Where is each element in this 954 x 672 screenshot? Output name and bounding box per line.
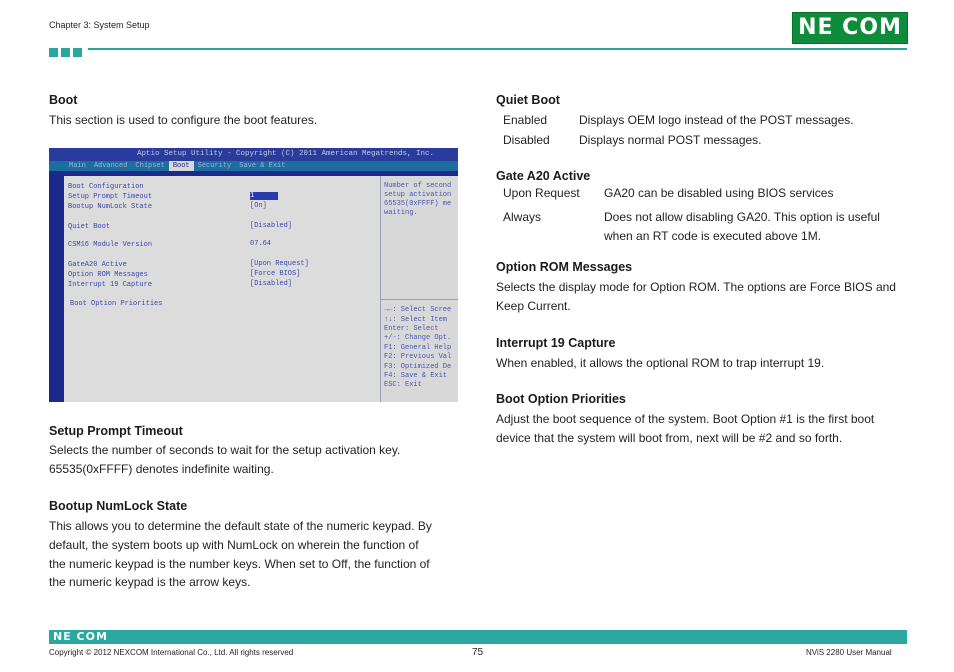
footer-logo: NE COM [53,630,108,643]
bios-key-help: ESC: Exit [384,381,422,389]
gate-term-always: Always [503,210,542,224]
bios-item-label: Bootup NumLock State [68,203,153,211]
gate-desc-upon-request: GA20 can be disabled using BIOS services [604,186,834,200]
bios-item-value: 07.64 [250,240,272,248]
bios-item-label: Boot Option Priorities [70,300,163,308]
option-rom-heading: Option ROM Messages [496,260,633,274]
bios-settings-panel: Boot Configuration Setup Prompt Timeout … [64,176,380,402]
bios-tab-save-exit: Save & Exit [239,162,286,170]
setup-prompt-line-1: Selects the number of seconds to wait fo… [49,443,401,457]
numlock-heading: Bootup NumLock State [49,499,188,513]
interrupt19-heading: Interrupt 19 Capture [496,336,616,350]
bios-item-value: [On] [250,202,267,210]
bios-key-help: ↑↓: Select Item [384,316,448,324]
header-square-3 [73,48,82,57]
bios-screenshot: Aptio Setup Utility - Copyright (C) 2011… [49,148,458,402]
footer-bar: NE COM [49,630,907,644]
quiet-boot-heading: Quiet Boot [496,93,560,107]
quiet-term-disabled: Disabled [503,133,550,147]
bios-tab-bar: Main Advanced Chipset Boot Security Save & Ex… [49,161,458,171]
header-rule [88,48,907,50]
logo-text: NE COM [798,15,902,40]
bios-help-line: 65535(0xFFFF) me [384,200,452,208]
bios-tab-chipset: Chipset [135,162,165,170]
bios-item-label: Setup Prompt Timeout [68,193,153,201]
bios-item-value: [Force BIOS] [250,270,301,278]
page-number: 75 [472,647,484,658]
bios-help-line: setup activation [384,191,452,199]
boot-heading: Boot [49,93,78,107]
bios-item-label: Boot Configuration [68,183,144,191]
bios-help-divider [381,299,458,300]
bios-tab-security: Security [197,162,232,170]
boot-description: This section is used to configure the bo… [49,113,318,127]
copyright-text: Copyright © 2012 NEXCOM International Co… [49,648,294,657]
setup-prompt-line-2: 65535(0xFFFF) denotes indefinite waiting… [49,462,274,476]
chapter-title: Chapter 3: System Setup [49,20,150,30]
bios-help-line: waiting. [384,209,418,217]
bios-tab-advanced: Advanced [93,162,128,170]
numlock-line-2: default, the system boots up with NumLoc… [49,538,419,552]
gate-term-upon-request: Upon Request [503,186,580,200]
bios-item-value-selected: 1 [250,192,278,200]
bios-key-help: F2: Previous Val [384,353,452,361]
manual-name: NViS 2280 User Manual [806,648,892,657]
quiet-term-enabled: Enabled [503,113,548,127]
header-square-2 [61,48,70,57]
bios-tab-main: Main [69,162,86,170]
numlock-line-1: This allows you to determine the default… [49,519,432,533]
numlock-line-3: the numeric keypad is the number keys. W… [49,557,430,571]
bios-key-help: F3: Optimized De [384,363,452,371]
bios-key-help: F1: General Help [384,344,452,352]
bios-item-label: Interrupt 19 Capture [68,281,153,289]
gate-a20-heading: Gate A20 Active [496,169,591,183]
header-square-1 [49,48,58,57]
numlock-line-4: the numeric keypad is the arrow keys. [49,575,251,589]
interrupt19-description: When enabled, it allows the optional ROM… [496,356,825,370]
bios-key-help: F4: Save & Exit [384,372,448,380]
boot-option-line-1: Adjust the boot sequence of the system. … [496,412,875,426]
bios-item-value: [Disabled] [250,222,293,230]
boot-option-line-2: device that the system will boot from, n… [496,431,843,445]
bios-tab-boot: Boot [168,161,194,171]
quiet-desc-enabled: Displays OEM logo instead of the POST me… [579,113,854,127]
boot-option-priorities-heading: Boot Option Priorities [496,392,626,406]
nexcom-logo: NE COM [792,12,908,44]
bios-item-value: [Disabled] [250,280,293,288]
option-rom-line-2: Keep Current. [496,299,571,313]
bios-item-label: Option ROM Messages [68,271,148,279]
quiet-desc-disabled: Displays normal POST messages. [579,133,762,147]
setup-prompt-heading: Setup Prompt Timeout [49,424,183,438]
bios-item-label: Quiet Boot [68,223,111,231]
bios-help-line: Number of second [384,182,452,190]
bios-item-value: [Upon Request] [250,260,309,268]
bios-help-panel: Number of second setup activation 65535(… [380,176,458,402]
gate-desc-always-1: Does not allow disabling GA20. This opti… [604,210,880,224]
gate-desc-always-2: when an RT code is executed above 1M. [604,229,822,243]
option-rom-line-1: Selects the display mode for Option ROM.… [496,280,896,294]
bios-item-label: GateA20 Active [68,261,127,269]
bios-title-bar: Aptio Setup Utility - Copyright (C) 2011… [49,148,458,161]
bios-key-help: Enter: Select [384,325,439,333]
bios-key-help: +/-: Change Opt. [384,334,452,342]
bios-item-label: CSM16 Module Version [68,241,153,249]
bios-key-help: →←: Select Scree [384,306,452,314]
